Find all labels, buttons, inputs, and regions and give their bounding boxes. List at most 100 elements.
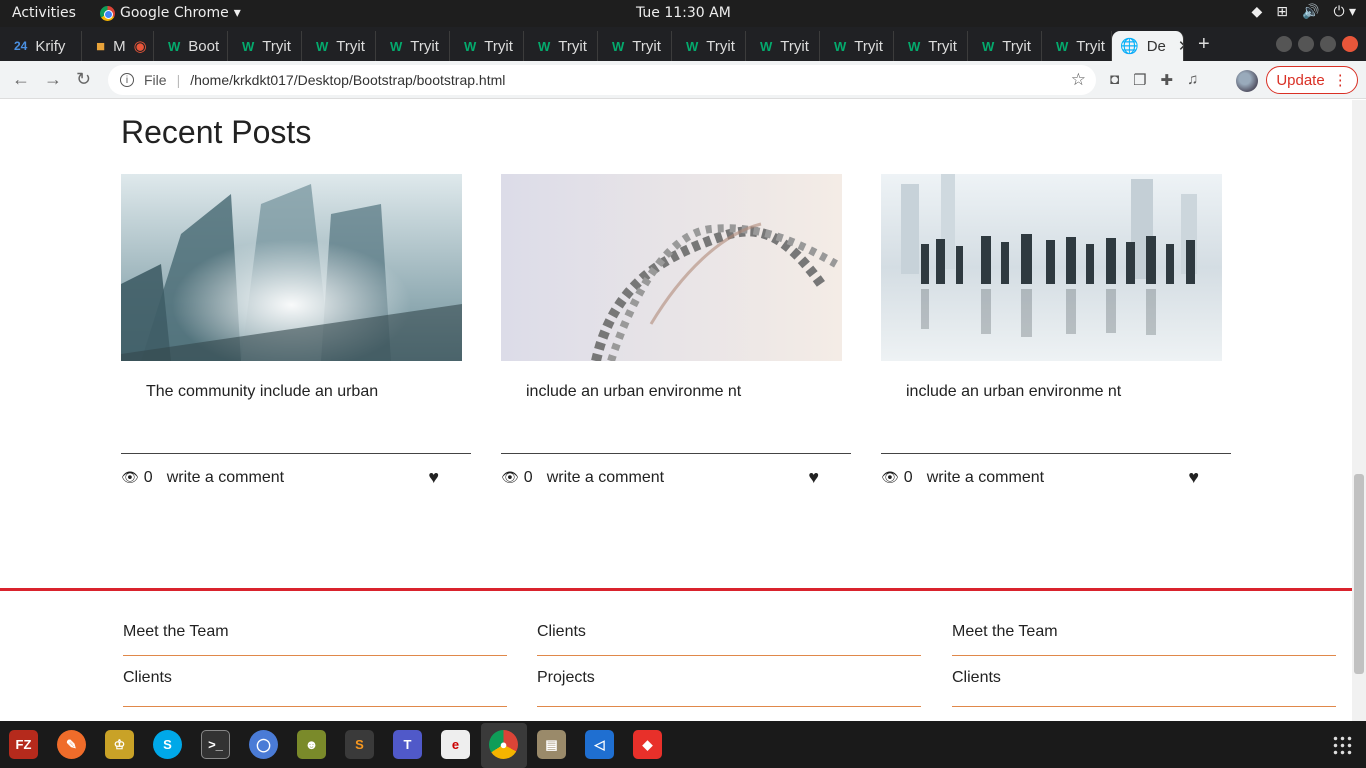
tab-label: Tryit <box>854 37 883 55</box>
tab-tryit[interactable]: W Tryit <box>450 31 524 61</box>
system-tray[interactable]: ◆ ⊞ 🔊 ⏻ ▾ <box>1251 4 1356 20</box>
section-title: Recent Posts <box>121 114 312 150</box>
url-text[interactable]: /home/krkdkt017/Desktop/Bootstrap/bootst… <box>190 72 505 88</box>
w3schools-icon: W <box>390 38 403 54</box>
new-tab-button[interactable]: + <box>1198 33 1210 56</box>
tab-tryit[interactable]: W Tryit <box>746 31 820 61</box>
pdf-app-icon[interactable]: e <box>441 730 470 759</box>
tab-label: Tryit <box>558 37 587 55</box>
post-image-dna[interactable] <box>501 174 842 363</box>
gaming-app-icon[interactable]: ♔ <box>105 730 134 759</box>
back-arrow-icon[interactable]: ← <box>12 69 30 90</box>
system-top-bar: Activities Google Chrome ▾ Tue 11:30 AM … <box>0 0 1366 27</box>
post-meta: 👁 0 write a comment ♥ <box>121 467 471 488</box>
meet-icon: ■ <box>96 37 106 55</box>
vscode-icon[interactable]: ◁ <box>585 730 614 759</box>
tab-label: Tryit <box>484 37 513 55</box>
sublime-text-icon[interactable]: S <box>345 730 374 759</box>
tab-tryit[interactable]: W Tryit <box>376 31 450 61</box>
reload-icon[interactable]: ↻ <box>76 69 91 90</box>
network-icon[interactable]: ⊞ <box>1276 4 1288 20</box>
comment-link[interactable]: write a comment <box>547 469 664 487</box>
close-tab-icon[interactable]: ✕ <box>1178 37 1183 55</box>
update-button[interactable]: Update ⋮ <box>1266 66 1358 94</box>
chrome-dock-icon[interactable]: ● <box>489 730 518 759</box>
tab-strip: 24 Krify ■ M ◉ W Boot W Tryit W Tryit W Try… <box>0 27 1366 61</box>
tab-tryit[interactable]: W Tryit <box>1042 31 1112 61</box>
show-applications-icon[interactable] <box>1332 735 1352 755</box>
footer-column: Clients Projects <box>537 610 921 707</box>
chromium-icon[interactable]: ◯ <box>249 730 278 759</box>
monkey-app-icon[interactable]: ☻ <box>297 730 326 759</box>
page-scrollbar[interactable] <box>1352 100 1366 721</box>
tab-search-icon[interactable] <box>1276 36 1292 52</box>
puzzle-icon[interactable]: ✚ <box>1161 71 1174 89</box>
tab-tryit[interactable]: W Tryit <box>820 31 894 61</box>
clock[interactable]: Tue 11:30 AM <box>636 5 731 21</box>
w3schools-icon: W <box>834 38 847 54</box>
post-card: include an urban environme nt 👁 0 write … <box>881 174 1231 488</box>
tab-label: De <box>1146 37 1166 55</box>
footer-column: Meet the Team Clients <box>123 610 507 707</box>
footer-column: Meet the Team Clients <box>952 610 1336 707</box>
minimize-button[interactable] <box>1298 36 1314 52</box>
bookmark-star-icon[interactable]: ☆ <box>1071 70 1086 90</box>
info-icon[interactable]: i <box>120 73 134 87</box>
tab-tryit[interactable]: W Tryit <box>598 31 672 61</box>
heart-icon[interactable]: ♥ <box>1188 467 1199 488</box>
heart-icon[interactable]: ♥ <box>808 467 819 488</box>
w3schools-icon: W <box>538 38 551 54</box>
browser-toolbar: ← → ↻ i File | /home/krkdkt017/Desktop/B… <box>0 61 1366 99</box>
media-icon[interactable]: ♫ <box>1187 71 1198 89</box>
eye-icon: 👁 <box>121 469 139 485</box>
copy-icon[interactable]: ❐ <box>1133 71 1146 89</box>
tab-tryit[interactable]: W Tryit <box>968 31 1042 61</box>
tab-meet[interactable]: ■ M ◉ <box>82 31 154 61</box>
tab-tryit[interactable]: W Tryit <box>302 31 376 61</box>
tab-tryit[interactable]: W Tryit <box>672 31 746 61</box>
tab-active[interactable]: 🌐 De ✕ <box>1112 31 1184 61</box>
maximize-button[interactable] <box>1320 36 1336 52</box>
skype-icon[interactable]: S <box>153 730 182 759</box>
tab-tryit[interactable]: W Tryit <box>524 31 598 61</box>
tab-tryit[interactable]: W Tryit <box>894 31 968 61</box>
dropbox-icon[interactable]: ◆ <box>1251 4 1262 20</box>
footer-link[interactable]: Meet the Team <box>123 610 507 656</box>
page-content: Recent Posts The community include an ur… <box>0 100 1352 721</box>
tab-krify[interactable]: 24 Krify <box>0 31 82 61</box>
divider: | <box>176 72 181 88</box>
camera-icon[interactable]: ◘ <box>1110 71 1119 89</box>
post-image-buildings[interactable] <box>121 174 462 361</box>
archive-icon[interactable]: ▤ <box>537 730 566 759</box>
forward-arrow-icon[interactable]: → <box>44 69 62 90</box>
post-image-crowd[interactable] <box>881 174 1222 361</box>
terminal-icon[interactable]: >_ <box>201 730 230 759</box>
volume-icon[interactable]: 🔊 <box>1302 4 1319 20</box>
footer-link[interactable]: Clients <box>123 656 507 707</box>
tab-tryit[interactable]: W Tryit <box>228 31 302 61</box>
anydesk-icon[interactable]: ◆ <box>633 730 662 759</box>
comment-link[interactable]: write a comment <box>927 469 1044 487</box>
power-icon[interactable]: ⏻ ▾ <box>1333 4 1356 20</box>
scrollbar-thumb[interactable] <box>1354 474 1364 674</box>
w3schools-icon: W <box>908 38 921 54</box>
app-menu[interactable]: Google Chrome ▾ <box>100 5 241 21</box>
footer-link[interactable]: Projects <box>537 656 921 707</box>
activities-button[interactable]: Activities <box>12 5 76 21</box>
tab-boot[interactable]: W Boot <box>154 31 228 61</box>
close-window-button[interactable] <box>1342 36 1358 52</box>
postman-icon[interactable]: ✎ <box>57 730 86 759</box>
teams-icon[interactable]: T <box>393 730 422 759</box>
footer-link[interactable]: Clients <box>952 656 1336 707</box>
footer-link[interactable]: Clients <box>537 610 921 656</box>
w3schools-icon: W <box>168 38 181 54</box>
comment-link[interactable]: write a comment <box>167 469 284 487</box>
filezilla-icon[interactable]: FZ <box>9 730 38 759</box>
tab-label: Tryit <box>632 37 661 55</box>
profile-avatar[interactable] <box>1236 70 1258 92</box>
footer-link[interactable]: Meet the Team <box>952 610 1336 656</box>
heart-icon[interactable]: ♥ <box>428 467 439 488</box>
extension-icons: ◘ ❐ ✚ ♫ <box>1110 71 1198 89</box>
address-bar[interactable]: i File | /home/krkdkt017/Desktop/Bootstr… <box>108 65 1096 95</box>
app-menu-label: Google Chrome <box>120 5 229 21</box>
